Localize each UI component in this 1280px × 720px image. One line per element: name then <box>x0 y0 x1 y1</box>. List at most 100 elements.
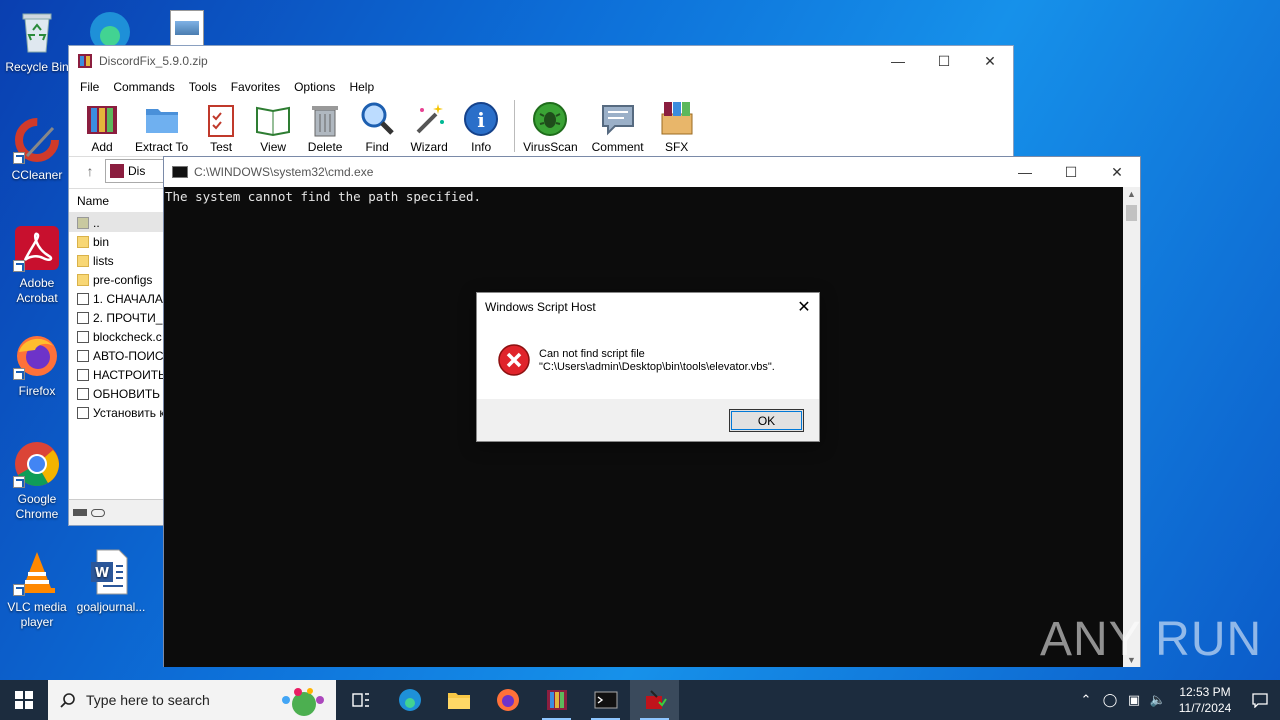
list-item[interactable]: ОБНОВИТЬ с <box>69 384 164 403</box>
dialog-footer: OK <box>477 399 819 441</box>
virusscan-button[interactable]: VirusScan <box>523 100 578 154</box>
maximize-button[interactable]: ☐ <box>921 46 967 76</box>
search-placeholder: Type here to search <box>86 692 210 708</box>
menu-file[interactable]: File <box>73 80 106 94</box>
list-item[interactable]: blockcheck.c <box>69 327 164 346</box>
shortcut-arrow-icon <box>13 368 25 380</box>
comment-button[interactable]: Comment <box>592 100 644 154</box>
add-button[interactable]: Add <box>83 100 121 154</box>
test-button[interactable]: Test <box>202 100 240 154</box>
taskbar-winrar[interactable] <box>532 680 581 720</box>
list-item[interactable]: НАСТРОИТЬ <box>69 365 164 384</box>
cmd-title: C:\WINDOWS\system32\cmd.exe <box>194 165 374 179</box>
find-button[interactable]: Find <box>358 100 396 154</box>
task-view-button[interactable] <box>336 680 385 720</box>
key-icon <box>91 508 105 517</box>
up-arrow-icon[interactable]: ↑ <box>75 159 105 183</box>
scrollbar-thumb[interactable] <box>1126 205 1137 221</box>
folder-icon <box>447 693 470 709</box>
taskbar-file-explorer[interactable] <box>434 680 483 720</box>
edge-icon <box>398 689 421 711</box>
menu-tools[interactable]: Tools <box>182 80 224 94</box>
list-item[interactable]: 1. СНАЧАЛА <box>69 289 164 308</box>
close-button[interactable]: ✕ <box>967 46 1013 76</box>
list-item[interactable]: Установить к <box>69 403 164 422</box>
winrar-menubar: File Commands Tools Favorites Options He… <box>69 76 1013 98</box>
taskbar-edge[interactable] <box>385 680 434 720</box>
clock-date: 11/7/2024 <box>1178 701 1232 715</box>
winrar-toolbar: Add Extract To Test View Delete Find Wiz… <box>69 98 1013 156</box>
start-button[interactable] <box>0 680 48 720</box>
extract-to-button[interactable]: Extract To <box>135 100 188 154</box>
scroll-up-icon[interactable]: ▲ <box>1127 189 1136 199</box>
cmd-titlebar[interactable]: C:\WINDOWS\system32\cmd.exe — ☐ ✕ <box>164 157 1140 187</box>
menu-help[interactable]: Help <box>342 80 381 94</box>
network-icon[interactable]: ◯ <box>1098 680 1122 720</box>
column-header-name[interactable]: Name <box>69 189 164 213</box>
taskbar-search[interactable]: Type here to search <box>48 680 336 720</box>
chevron-up-icon[interactable]: ⌃ <box>1074 680 1098 720</box>
wizard-button[interactable]: Wizard <box>410 100 448 154</box>
dialog-titlebar[interactable]: Windows Script Host ✕ <box>477 293 819 321</box>
search-highlight-icon <box>270 686 330 716</box>
view-button[interactable]: View <box>254 100 292 154</box>
winrar-titlebar[interactable]: DiscordFix_5.9.0.zip — ☐ ✕ <box>69 46 1013 76</box>
list-item[interactable]: bin <box>69 232 164 251</box>
list-item[interactable]: АВТО-ПОИС <box>69 346 164 365</box>
desktop-icon-label: VLC media player <box>7 600 67 629</box>
recycle-bin-icon <box>13 8 61 56</box>
volume-icon[interactable]: 🔈 <box>1146 680 1170 720</box>
taskbar-cmd[interactable] <box>581 680 630 720</box>
sfx-box-icon <box>658 100 696 138</box>
notification-button[interactable] <box>1240 680 1280 720</box>
close-button[interactable]: ✕ <box>1094 157 1140 187</box>
parent-folder-icon <box>77 216 89 229</box>
minimize-button[interactable]: — <box>875 46 921 76</box>
menu-commands[interactable]: Commands <box>106 80 181 94</box>
desktop-icon-ccleaner[interactable]: CCleaner <box>0 116 74 183</box>
desktop-icon-firefox[interactable]: Firefox <box>0 332 74 399</box>
maximize-button[interactable]: ☐ <box>1048 157 1094 187</box>
image-file-icon[interactable] <box>170 10 204 46</box>
display-icon[interactable]: ▣ <box>1122 680 1146 720</box>
menu-favorites[interactable]: Favorites <box>224 80 287 94</box>
taskbar-script-host[interactable] <box>630 680 679 720</box>
task-view-icon <box>351 693 369 707</box>
taskbar-firefox[interactable] <box>483 680 532 720</box>
list-item[interactable]: .. <box>69 213 164 232</box>
vlc-icon <box>13 548 61 596</box>
bug-icon <box>531 100 569 138</box>
desktop-icon-adobe-acrobat[interactable]: Adobe Acrobat <box>0 224 74 306</box>
desktop-icon-word-doc[interactable]: W goaljournal... <box>74 548 148 615</box>
desktop-icon-vlc[interactable]: VLC media player <box>0 548 74 630</box>
minimize-button[interactable]: — <box>1002 157 1048 187</box>
edge-icon[interactable] <box>86 6 134 46</box>
firefox-icon <box>13 332 61 380</box>
desktop-icon-google-chrome[interactable]: Google Chrome <box>0 440 74 522</box>
batch-file-icon <box>77 406 89 419</box>
path-field[interactable]: Dis <box>105 158 165 183</box>
list-item[interactable]: 2. ПРОЧТИ_М <box>69 308 164 327</box>
list-item[interactable]: lists <box>69 251 164 270</box>
shortcut-arrow-icon <box>13 476 25 488</box>
list-item[interactable]: pre-configs <box>69 270 164 289</box>
delete-button[interactable]: Delete <box>306 100 344 154</box>
ccleaner-icon <box>13 116 61 164</box>
svg-text:W: W <box>95 566 109 581</box>
taskbar: Type here to search ⌃ ◯ ▣ 🔈 12:53 PM 11/… <box>0 680 1280 720</box>
system-tray: ⌃ ◯ ▣ 🔈 12:53 PM 11/7/2024 <box>1074 680 1280 720</box>
batch-file-icon <box>77 387 89 400</box>
desktop-icon-recycle-bin[interactable]: Recycle Bin <box>0 8 74 75</box>
clock[interactable]: 12:53 PM 11/7/2024 <box>1170 684 1240 716</box>
menu-options[interactable]: Options <box>287 80 342 94</box>
vertical-scrollbar[interactable]: ▲ ▼ <box>1123 187 1140 667</box>
winrar-title: DiscordFix_5.9.0.zip <box>99 54 208 68</box>
dialog-message: Can not find script file "C:\Users\admin… <box>539 348 775 373</box>
sfx-button[interactable]: SFX <box>658 100 696 154</box>
ok-button[interactable]: OK <box>729 409 804 432</box>
magic-wand-icon <box>410 100 448 138</box>
info-button[interactable]: i Info <box>462 100 500 154</box>
book-icon <box>254 100 292 138</box>
dialog-title: Windows Script Host <box>485 300 596 314</box>
dialog-close-button[interactable]: ✕ <box>789 293 819 321</box>
